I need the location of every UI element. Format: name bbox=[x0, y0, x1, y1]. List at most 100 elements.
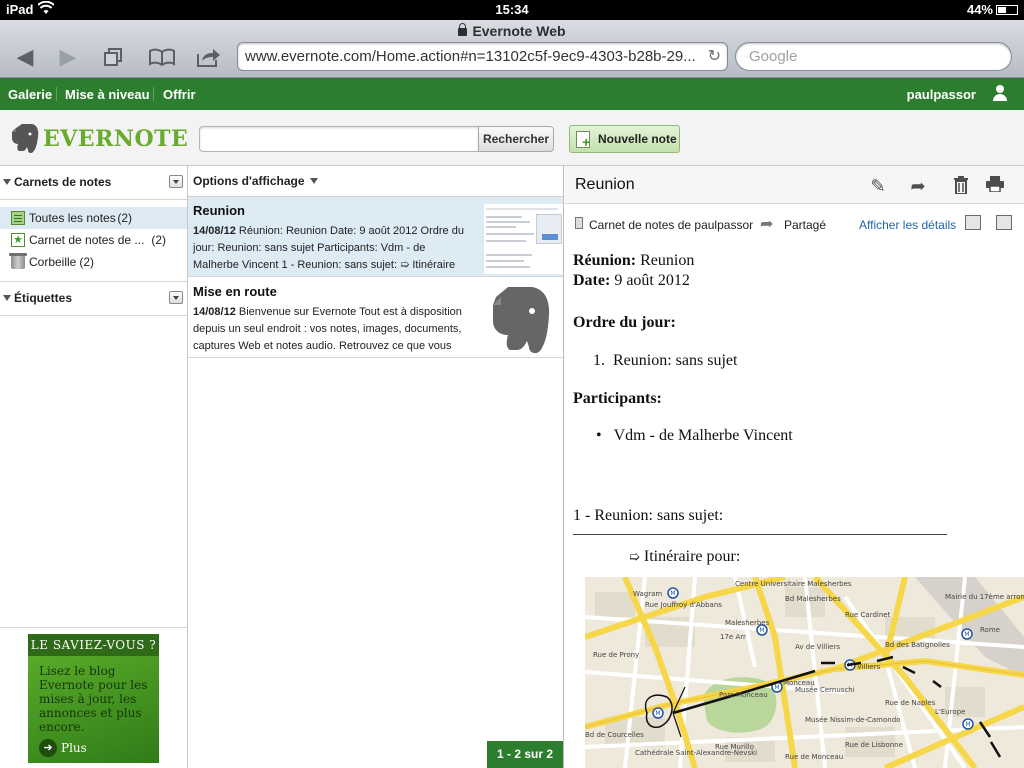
url-bar[interactable]: www.evernote.com/Home.action#n=13102c5f-… bbox=[237, 42, 728, 71]
note-view-header: Reunion ✎ ➦ bbox=[565, 166, 1024, 204]
ios-status-bar: iPad 15:34 44% bbox=[0, 0, 1024, 20]
bookmarks-icon[interactable] bbox=[144, 44, 180, 70]
page-title-text: Evernote Web bbox=[472, 23, 566, 39]
note-list-item[interactable]: Mise en route 14/08/12 Bienvenue sur Eve… bbox=[188, 278, 563, 358]
logo-wordmark: EVERNOTE bbox=[43, 126, 189, 152]
map-label: Centre Universitaire Malesherbes bbox=[735, 580, 852, 588]
display-options-label: Options d'affichage bbox=[193, 174, 305, 188]
page-title: Evernote Web bbox=[0, 23, 1024, 39]
promo-more-link[interactable]: ➜ Plus bbox=[39, 739, 87, 757]
participants-heading: Participants: bbox=[573, 390, 662, 408]
promo-banner[interactable]: LE SAVIEZ-VOUS ? Lisez le blog Evernote … bbox=[28, 634, 159, 763]
sidebar-item-notebook[interactable]: ★ Carnet de notes de ... (2) bbox=[0, 229, 187, 251]
google-search-field[interactable]: Google bbox=[735, 42, 1012, 71]
svg-text:M: M bbox=[964, 631, 969, 638]
trash-icon bbox=[9, 253, 27, 269]
battery-indicator: 44% bbox=[967, 2, 1018, 17]
user-icon[interactable] bbox=[993, 85, 1007, 101]
print-icon[interactable] bbox=[985, 176, 1005, 196]
map-label: Parc Monceau bbox=[719, 691, 768, 699]
notes-search-input[interactable] bbox=[199, 126, 479, 152]
map-drawing: MMMM MMM Wagram Centre Universitaire Mal… bbox=[585, 577, 1024, 768]
starred-notebook-icon: ★ bbox=[11, 233, 25, 247]
display-options-menu[interactable]: Options d'affichage bbox=[188, 166, 563, 197]
note-thumbnail bbox=[484, 285, 563, 355]
notebooks-header[interactable]: Carnets de notes bbox=[0, 167, 187, 197]
open-external-icon[interactable] bbox=[996, 215, 1012, 230]
notebook-icon bbox=[575, 217, 583, 229]
map-image[interactable]: MMMM MMM Wagram Centre Universitaire Mal… bbox=[585, 577, 1024, 768]
tags-header[interactable]: Étiquettes bbox=[0, 283, 187, 313]
tags-menu-icon[interactable] bbox=[169, 291, 183, 304]
svg-text:M: M bbox=[759, 627, 764, 634]
map-label: Bd des Batignolles bbox=[885, 641, 950, 649]
forward-share-icon[interactable]: ➦ bbox=[905, 176, 931, 196]
app-header: EVERNOTE Rechercher Nouvelle note bbox=[0, 110, 1024, 166]
note-view: Reunion ✎ ➦ Carnet de notes de paulpasso… bbox=[565, 166, 1024, 768]
shared-status[interactable]: Partagé bbox=[784, 218, 826, 232]
elephant-logo-icon bbox=[12, 124, 39, 154]
meeting-line: Réunion: Reunion bbox=[573, 252, 694, 270]
map-label: Rue Murillo bbox=[715, 743, 754, 751]
map-label: Wagram bbox=[633, 590, 662, 598]
note-title: Mise en route bbox=[193, 284, 277, 299]
url-text: www.evernote.com/Home.action#n=13102c5f-… bbox=[245, 48, 696, 65]
divider bbox=[0, 627, 187, 628]
note-view-title[interactable]: Reunion bbox=[575, 176, 635, 194]
gallery-link[interactable]: Galerie bbox=[8, 87, 52, 102]
note-date: 14/08/12 bbox=[193, 306, 236, 318]
note-list-item[interactable]: Reunion 14/08/12 Réunion: Reunion Date: … bbox=[188, 197, 563, 277]
chevron-down-icon bbox=[309, 178, 318, 184]
evernote-top-nav: Galerie Mise à niveau Offrir paulpassor bbox=[0, 78, 1024, 110]
reload-icon[interactable]: ↻ bbox=[708, 43, 721, 70]
battery-percent: 44% bbox=[966, 2, 993, 17]
new-note-button[interactable]: Nouvelle note bbox=[569, 125, 680, 153]
itinerary-label: Itinéraire pour: bbox=[643, 548, 741, 565]
pages-icon[interactable] bbox=[95, 44, 131, 70]
note-count: (2) bbox=[151, 233, 166, 247]
list-number: 1. bbox=[593, 352, 605, 369]
field-value: Reunion bbox=[640, 252, 695, 269]
date-line: Date: 9 août 2012 bbox=[573, 272, 690, 290]
map-label: Bd Malesherbes bbox=[785, 595, 841, 603]
note-count: (2) bbox=[117, 211, 132, 225]
upgrade-link[interactable]: Mise à niveau bbox=[65, 87, 150, 102]
divider bbox=[56, 87, 57, 101]
arrow-right-icon: ➜ bbox=[39, 739, 57, 757]
svg-text:M: M bbox=[670, 590, 675, 597]
back-button[interactable]: ◀ bbox=[7, 44, 43, 70]
gallery-view-icon[interactable] bbox=[965, 215, 981, 230]
divider bbox=[0, 315, 187, 316]
itinerary-line: ➯ Itinéraire pour: bbox=[629, 548, 740, 566]
forward-button[interactable]: ▶ bbox=[50, 44, 86, 70]
battery-icon bbox=[996, 5, 1018, 15]
note-notebook-link[interactable]: Carnet de notes de paulpassor bbox=[589, 218, 753, 232]
tags-title: Étiquettes bbox=[14, 291, 73, 305]
show-details-link[interactable]: Afficher les détails bbox=[859, 218, 956, 232]
edit-icon[interactable]: ✎ bbox=[868, 176, 888, 196]
participant-item: • Vdm - de Malherbe Vincent bbox=[596, 427, 793, 444]
agenda-item-text: Reunion: sans sujet bbox=[613, 352, 738, 369]
sidebar-item-trash[interactable]: Corbeille (2) bbox=[0, 251, 187, 273]
search-button[interactable]: Rechercher bbox=[478, 126, 554, 152]
participant-name: Vdm - de Malherbe Vincent bbox=[613, 427, 793, 444]
collapse-triangle-icon[interactable] bbox=[3, 179, 11, 185]
map-label: Rue Jouffroy d'Abbans bbox=[645, 601, 722, 609]
note-snippet: 14/08/12 Réunion: Reunion Date: 9 août 2… bbox=[193, 223, 468, 274]
field-label: Réunion: bbox=[573, 252, 637, 269]
map-label: Rue de Naples bbox=[885, 699, 936, 707]
username-link[interactable]: paulpassor bbox=[907, 87, 976, 102]
share-icon[interactable] bbox=[191, 44, 227, 70]
collapse-triangle-icon[interactable] bbox=[3, 295, 11, 301]
delete-icon[interactable] bbox=[951, 176, 971, 196]
gift-link[interactable]: Offrir bbox=[163, 87, 196, 102]
map-label: Musée Nissim-de-Camondo bbox=[805, 716, 900, 724]
notebooks-title: Carnets de notes bbox=[14, 175, 112, 189]
note-snippet: 14/08/12 Bienvenue sur Evernote Tout est… bbox=[193, 304, 468, 355]
section-heading: 1 - Reunion: sans sujet: bbox=[573, 507, 724, 524]
map-label: Av de Villiers bbox=[795, 643, 840, 651]
divider bbox=[153, 87, 154, 101]
notebooks-menu-icon[interactable] bbox=[169, 175, 183, 188]
sidebar-item-all-notes[interactable]: Toutes les notes (2) bbox=[0, 207, 187, 229]
note-thumbnail bbox=[484, 204, 563, 274]
